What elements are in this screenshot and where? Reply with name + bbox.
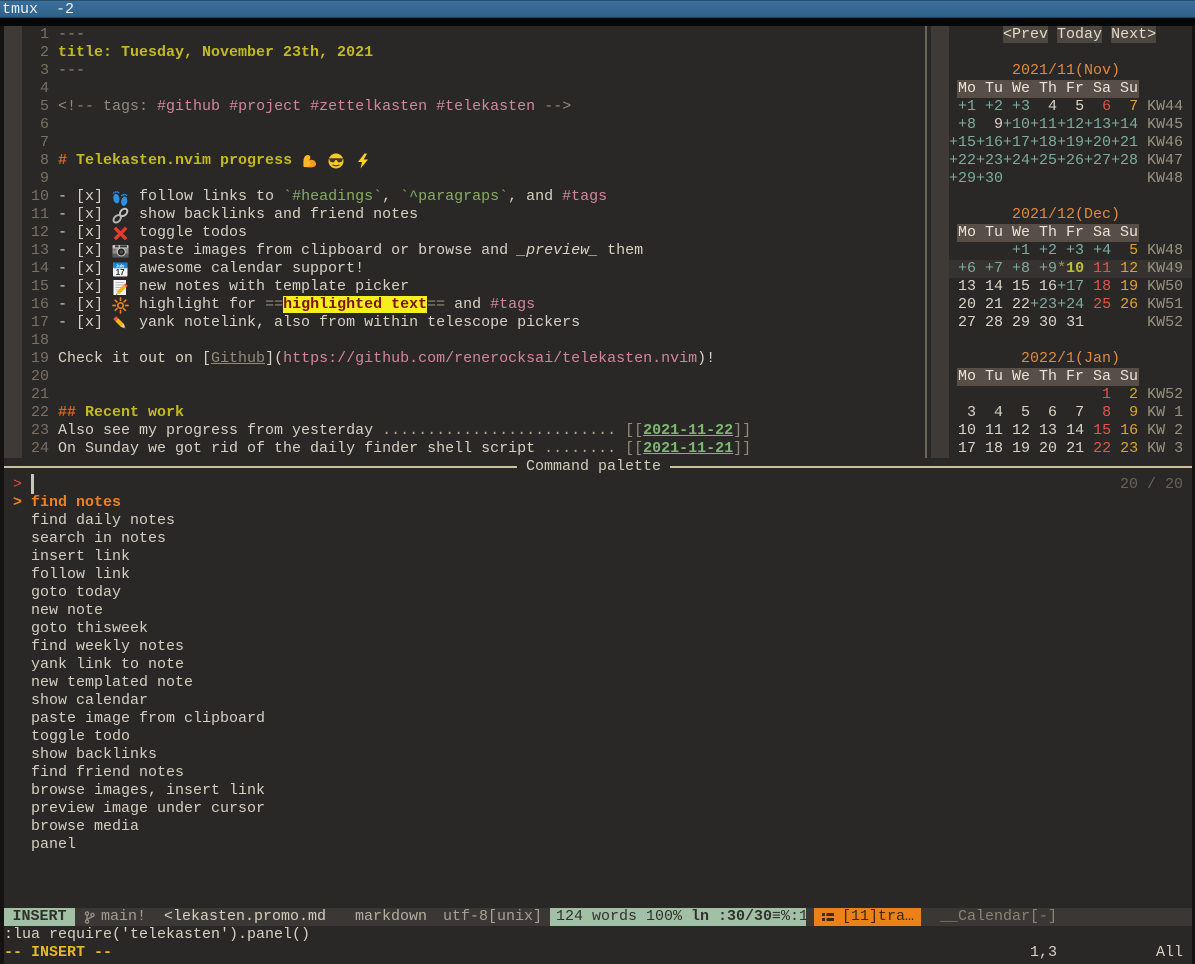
svg-text:17: 17 [116, 268, 125, 277]
